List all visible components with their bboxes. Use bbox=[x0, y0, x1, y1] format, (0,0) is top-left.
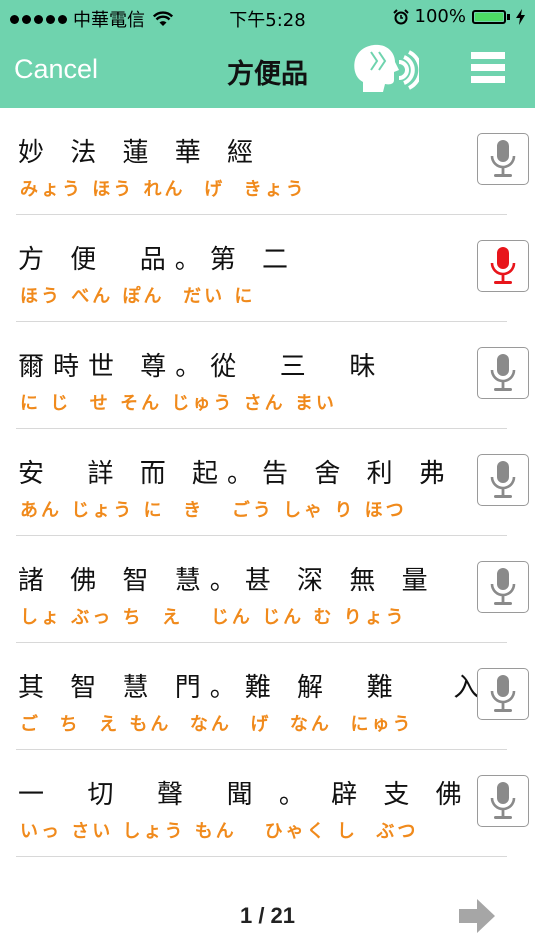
verse-kana: ほう べん ぽん だい に bbox=[20, 286, 256, 307]
verse-kana: ご ち え もん なん げ なん にゅう bbox=[20, 714, 414, 735]
status-right: 100% bbox=[392, 6, 525, 27]
record-button[interactable] bbox=[477, 454, 529, 506]
battery-icon bbox=[472, 9, 506, 24]
battery-percent: 100% bbox=[414, 6, 466, 27]
verse-kanji: 其 智 慧 門。難 解 難 入 bbox=[18, 673, 489, 703]
verse-kana: みょう ほう れん げ きょう bbox=[20, 179, 307, 200]
verse-kana: しょ ぶっ ち え じん じん む りょう bbox=[20, 607, 407, 628]
alarm-clock-icon bbox=[392, 8, 409, 24]
battery-tip bbox=[507, 13, 510, 20]
verse-row: 一 切 聲 聞 。 辟 支 佛いっ さい しょう もん ひゃく し ぶつ bbox=[0, 750, 535, 857]
verse-kanji: 諸 佛 智 慧。甚 深 無 量 bbox=[18, 566, 437, 596]
verse-row: 諸 佛 智 慧。甚 深 無 量しょ ぶっ ち え じん じん む りょう bbox=[0, 536, 535, 643]
verse-list: 妙 法 蓮 華 經みょう ほう れん げ きょう方 便 品。第 二ほう べん ぽ… bbox=[0, 108, 535, 857]
record-button[interactable] bbox=[477, 668, 529, 720]
record-button[interactable] bbox=[477, 240, 529, 292]
microphone-icon bbox=[490, 354, 516, 391]
verse-row: 方 便 品。第 二ほう べん ぽん だい に bbox=[0, 215, 535, 322]
microphone-icon bbox=[490, 568, 516, 605]
page-title: 方便品 bbox=[227, 59, 308, 90]
verse-kana: いっ さい しょう もん ひゃく し ぶつ bbox=[20, 821, 419, 842]
microphone-icon bbox=[490, 461, 516, 498]
verse-row: 安 詳 而 起。告 舍 利 弗あん じょう に き ごう しゃ り ほつ bbox=[0, 429, 535, 536]
microphone-icon bbox=[490, 675, 516, 712]
verse-kanji: 一 切 聲 聞 。 辟 支 佛 bbox=[18, 780, 471, 810]
status-bar: 中華電信 下午5:28 100% bbox=[0, 0, 535, 34]
hamburger-menu-icon[interactable] bbox=[471, 52, 505, 86]
nav-bar: Cancel 方便品 bbox=[0, 34, 535, 108]
verse-kana: あん じょう に き ごう しゃ り ほつ bbox=[20, 500, 407, 521]
verse-kanji: 爾時世 尊。從 三 昧 bbox=[18, 352, 385, 382]
page-indicator: 1 / 21 bbox=[239, 903, 296, 928]
right-arrow-icon[interactable] bbox=[459, 899, 495, 933]
record-button[interactable] bbox=[477, 133, 529, 185]
record-button[interactable] bbox=[477, 775, 529, 827]
verse-row: 爾時世 尊。從 三 昧に じ せ そん じゅう さん まい bbox=[0, 322, 535, 429]
verse-row: 其 智 慧 門。難 解 難 入ご ち え もん なん げ なん にゅう bbox=[0, 643, 535, 750]
charging-bolt-icon bbox=[516, 8, 525, 25]
microphone-icon bbox=[490, 140, 516, 177]
record-button[interactable] bbox=[477, 561, 529, 613]
microphone-icon bbox=[490, 247, 516, 284]
verse-row: 妙 法 蓮 華 經みょう ほう れん げ きょう bbox=[0, 108, 535, 215]
verse-kanji: 安 詳 而 起。告 舍 利 弗 bbox=[18, 459, 454, 489]
verse-kanji: 妙 法 蓮 華 經 bbox=[18, 138, 263, 168]
verse-kanji: 方 便 品。第 二 bbox=[18, 245, 298, 275]
record-button[interactable] bbox=[477, 347, 529, 399]
microphone-icon bbox=[490, 782, 516, 819]
speaking-head-icon[interactable] bbox=[349, 42, 419, 100]
verse-kana: に じ せ そん じゅう さん まい bbox=[20, 393, 337, 414]
